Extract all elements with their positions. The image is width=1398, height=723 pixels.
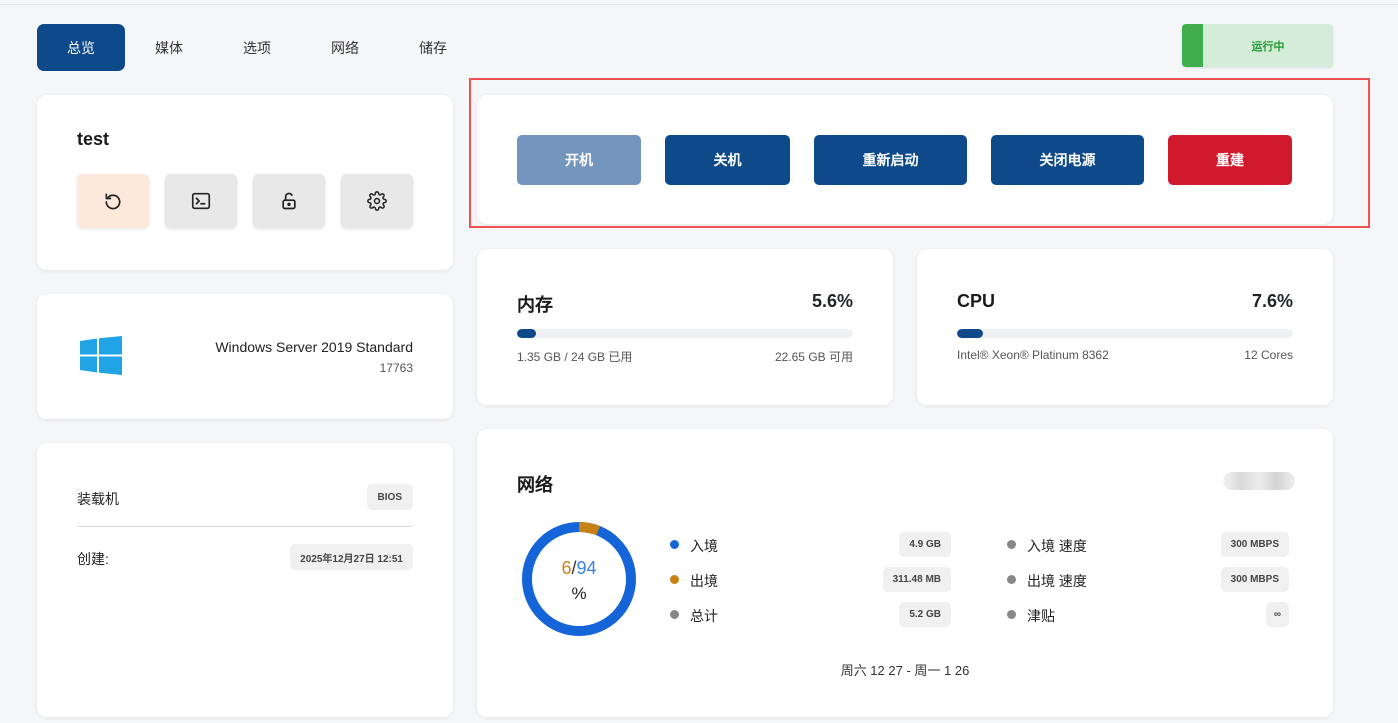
- traffic-donut: [522, 522, 636, 636]
- memory-percent: 5.6%: [811, 291, 853, 311]
- cpu-bar-fill: [957, 329, 983, 338]
- cpu-card: CPU 7.6% Intel® Xeon® Platinum 8362 12 C…: [917, 249, 1333, 405]
- total-dot: [670, 610, 679, 619]
- out-percent: 6: [561, 558, 572, 578]
- server-card: test: [37, 95, 453, 270]
- in-percent: 94: [576, 558, 597, 578]
- restart-button[interactable]: [77, 174, 149, 228]
- network-card: 网络 6/94 % 入境 4.9 GB 出境 311.48 MB 总计 5.2 …: [477, 429, 1333, 717]
- memory-bar: [517, 329, 853, 338]
- donut-inbound-arc: [522, 522, 636, 636]
- settings-button[interactable]: [341, 174, 413, 228]
- lock-open-icon: [282, 192, 296, 210]
- memory-title: 内存: [517, 295, 553, 315]
- billing-period: 周六 12 27 - 周一 1 26: [840, 663, 970, 678]
- memory-free: 22.65 GB 可用: [774, 350, 853, 364]
- password-button[interactable]: [253, 174, 325, 228]
- restart-icon: [105, 193, 121, 210]
- cpu-percent: 7.6%: [1251, 291, 1293, 311]
- loader-label: 装载机: [77, 491, 119, 507]
- gear-icon: [367, 191, 387, 211]
- tab-network[interactable]: 网络: [301, 24, 389, 71]
- tab-options[interactable]: 选项: [213, 24, 301, 71]
- inbound-speed-dot: [1007, 540, 1016, 549]
- top-divider: [0, 4, 1398, 5]
- server-name: test: [77, 129, 110, 149]
- inbound-speed-value: 300 MBPS: [1220, 532, 1289, 557]
- status-label: 运行中: [1251, 40, 1285, 53]
- status-badge: 运行中: [1182, 24, 1333, 67]
- allowance-dot: [1007, 610, 1016, 619]
- os-name: Windows Server 2019 Standard: [215, 339, 413, 355]
- redacted-text: [1223, 472, 1295, 490]
- cpu-cores: 12 Cores: [1244, 348, 1293, 362]
- total-value: 5.2 GB: [899, 602, 951, 627]
- inbound-label: 入境: [690, 538, 718, 554]
- donut-label: 6/94: [521, 558, 637, 578]
- network-title: 网络: [517, 475, 553, 495]
- windows-logo: [80, 336, 122, 375]
- created-value: 2025年12月27日 12:51: [290, 544, 413, 570]
- os-build: 17763: [379, 361, 413, 375]
- donut-unit: %: [571, 584, 587, 603]
- start-button[interactable]: 开机: [517, 135, 641, 185]
- total-label: 总计: [690, 608, 718, 624]
- memory-card: 内存 5.6% 1.35 GB / 24 GB 已用 22.65 GB 可用: [477, 249, 893, 405]
- memory-used: 1.35 GB / 24 GB 已用: [517, 350, 633, 364]
- cpu-title: CPU: [957, 291, 996, 311]
- os-card: Windows Server 2019 Standard 17763: [37, 294, 453, 419]
- power-card: 开机 关机 重新启动 关闭电源 重建: [477, 95, 1333, 224]
- reboot-button[interactable]: 重新启动: [814, 135, 967, 185]
- outbound-value: 311.48 MB: [882, 567, 951, 592]
- loader-value: BIOS: [366, 484, 413, 510]
- memory-bar-fill: [517, 329, 536, 338]
- divider: [77, 526, 413, 527]
- allowance-label: 津贴: [1027, 608, 1055, 624]
- tab-storage[interactable]: 储存: [389, 24, 477, 71]
- cpu-bar: [957, 329, 1293, 338]
- outbound-speed-label: 出境 速度: [1027, 573, 1087, 589]
- outbound-label: 出境: [690, 573, 718, 589]
- allowance-value: ∞: [1265, 602, 1289, 627]
- tab-media[interactable]: 媒体: [125, 24, 213, 71]
- cpu-model: Intel® Xeon® Platinum 8362: [957, 348, 1109, 362]
- terminal-icon: [191, 192, 211, 210]
- outbound-speed-dot: [1007, 575, 1016, 584]
- tab-overview[interactable]: 总览: [37, 24, 125, 71]
- details-card: 装载机 BIOS 创建: 2025年12月27日 12:51: [37, 443, 453, 717]
- outbound-speed-value: 300 MBPS: [1220, 567, 1289, 592]
- console-button[interactable]: [165, 174, 237, 228]
- rebuild-button[interactable]: 重建: [1168, 135, 1292, 185]
- inbound-dot: [670, 540, 679, 549]
- shutdown-button[interactable]: 关机: [665, 135, 790, 185]
- inbound-speed-label: 入境 速度: [1027, 538, 1087, 554]
- outbound-dot: [670, 575, 679, 584]
- created-label: 创建:: [77, 551, 109, 567]
- inbound-value: 4.9 GB: [899, 532, 951, 557]
- status-indicator: [1182, 24, 1203, 67]
- poweroff-button[interactable]: 关闭电源: [991, 135, 1144, 185]
